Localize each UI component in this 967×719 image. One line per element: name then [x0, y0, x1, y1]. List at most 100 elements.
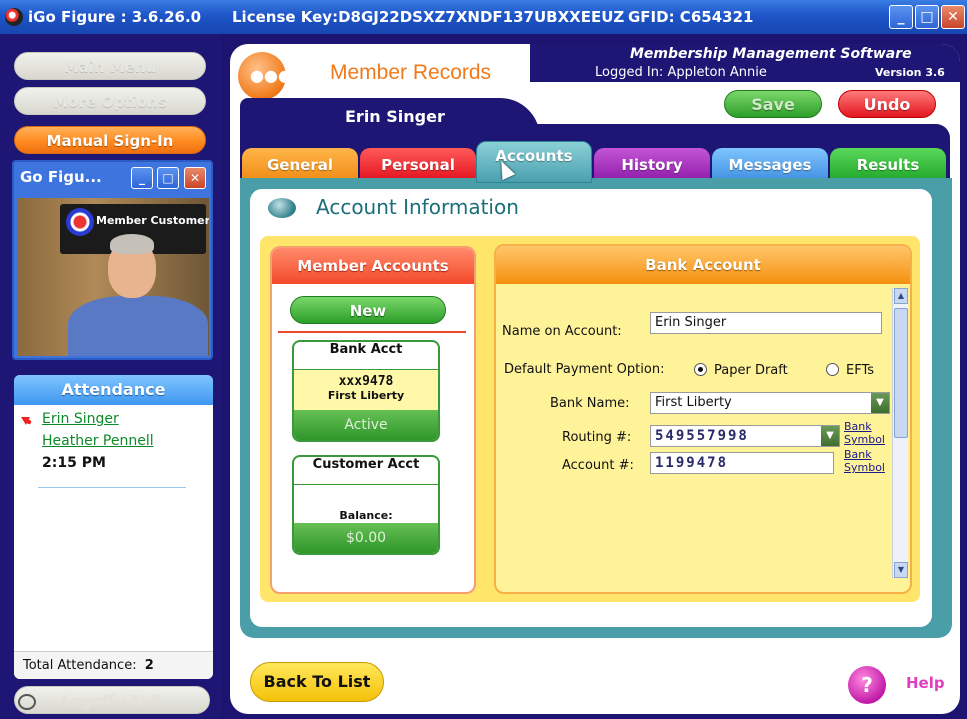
license-key: License Key:D8GJ22DSXZ7XNDF137UBXXEEUZ [232, 8, 625, 26]
logged-in-user: Logged In: Appleton Annie [595, 65, 767, 80]
undo-button[interactable]: Undo [838, 90, 936, 118]
bank-account-panel: Bank Account Name on Account: Erin Singe… [494, 244, 912, 594]
help-link[interactable]: Help [906, 674, 945, 692]
attendance-item-heather[interactable]: Heather Pennell [42, 433, 154, 449]
customer-card-title: Customer Acct [294, 457, 438, 485]
members-logo-icon: ●●● [238, 52, 292, 100]
bank-symbol-line2: Symbol [844, 461, 885, 474]
app-title: iGo Figure : 3.6.26.0 [28, 8, 202, 26]
divider [278, 331, 466, 333]
attendance-header: Attendance [14, 375, 213, 405]
bank-panel-scrollbar[interactable]: ▲ ▼ [892, 288, 908, 578]
bank-symbol-line1: Bank [844, 448, 872, 461]
account-label: Account #: [562, 458, 634, 473]
person-body [68, 296, 208, 356]
total-attendance-value: 2 [144, 658, 154, 673]
chevron-down-icon[interactable]: ▼ [871, 393, 889, 413]
title-bar: iGo Figure : 3.6.26.0 License Key:D8GJ22… [0, 0, 967, 34]
minimize-icon: _ [139, 171, 145, 185]
scroll-up-icon[interactable]: ▲ [894, 288, 908, 304]
gfid: GFID: C654321 [628, 8, 754, 26]
bank-card-bank: First Liberty [327, 389, 405, 402]
tab-results[interactable]: Results [830, 148, 946, 182]
bank-symbol-line2: Symbol [844, 433, 885, 446]
tab-general[interactable]: General [242, 148, 358, 182]
total-attendance-label: Total Attendance: [23, 658, 137, 673]
help-icon[interactable]: ? [848, 666, 886, 704]
back-to-list-button[interactable]: Back To List [250, 662, 384, 702]
page-title: Member Records [330, 61, 492, 84]
save-button[interactable]: Save [724, 90, 822, 118]
bank-card-body: xxx9478 First Liberty [294, 370, 438, 410]
sign-text: Member Customer [96, 214, 209, 227]
bank-account-header: Bank Account [496, 246, 910, 284]
bank-card-number: xxx9478 [338, 374, 394, 389]
attendance-time: 2:15 PM [42, 455, 106, 471]
close-icon: ✕ [189, 171, 201, 185]
name-on-account-label: Name on Account: [502, 324, 622, 339]
tab-accounts[interactable]: Accounts [476, 141, 592, 183]
maximize-icon: □ [162, 171, 174, 185]
bank-account-card[interactable]: Bank Acct xxx9478 First Liberty Active [292, 340, 440, 442]
section-bullet-icon [268, 198, 296, 218]
bank-card-title: Bank Acct [294, 342, 438, 370]
product-name: Membership Management Software [630, 46, 912, 62]
efts-radio[interactable] [826, 363, 839, 376]
attendance-panel: Attendance Erin Singer Heather Pennell 2… [14, 375, 213, 679]
routing-input[interactable]: 549557998 [650, 425, 840, 447]
flag-icon [21, 417, 32, 425]
video-maximize-button[interactable]: □ [157, 167, 179, 189]
minimize-button[interactable]: _ [889, 5, 913, 29]
section-title: Account Information [316, 195, 519, 219]
customer-balance-label: Balance: [339, 509, 393, 522]
logoff-exit-button[interactable]: Logoff / Exit [14, 686, 210, 714]
power-icon [18, 694, 36, 710]
routing-label: Routing #: [562, 430, 632, 445]
member-accounts-header: Member Accounts [272, 248, 474, 284]
video-feed: Member Customer [18, 198, 209, 356]
customer-account-card[interactable]: Customer Acct Balance: $0.00 [292, 455, 440, 555]
new-account-button[interactable]: New [290, 296, 446, 324]
attendance-divider [38, 487, 186, 488]
version-label: Version 3.6 [875, 66, 945, 79]
bank-card-status: Active [294, 410, 438, 440]
member-name: Erin Singer [345, 107, 445, 126]
video-close-button[interactable]: ✕ [184, 167, 206, 189]
close-button[interactable]: ✕ [941, 5, 965, 29]
person-hair [110, 234, 154, 254]
video-window: Go Figu... _ □ ✕ Member Customer [12, 160, 213, 360]
bank-name-label: Bank Name: [550, 396, 630, 411]
tab-personal[interactable]: Personal [360, 148, 476, 182]
paper-draft-label: Paper Draft [714, 363, 788, 378]
video-minimize-button[interactable]: _ [131, 167, 153, 189]
maximize-button[interactable]: □ [915, 5, 939, 29]
minimize-icon: _ [897, 9, 905, 25]
routing-bank-symbol-link[interactable]: Bank Symbol [844, 420, 885, 446]
app-icon [5, 8, 23, 26]
customer-balance-value: $0.00 [294, 523, 438, 553]
chevron-down-icon[interactable]: ▼ [821, 426, 839, 446]
manual-signin-button[interactable]: Manual Sign-In [14, 126, 206, 154]
close-icon: ✕ [947, 9, 959, 25]
account-input[interactable]: 1199478 [650, 452, 834, 474]
tab-messages[interactable]: Messages [712, 148, 828, 182]
scroll-down-icon[interactable]: ▼ [894, 562, 908, 578]
paper-draft-radio[interactable] [694, 363, 707, 376]
bank-name-select[interactable]: First Liberty [650, 392, 890, 414]
account-bank-symbol-link[interactable]: Bank Symbol [844, 448, 885, 474]
video-window-title: Go Figu... [20, 168, 102, 186]
scroll-thumb[interactable] [894, 308, 908, 438]
maximize-icon: □ [920, 9, 934, 25]
efts-label: EFTs [846, 363, 875, 378]
attendance-footer: Total Attendance: 2 [14, 651, 213, 679]
main-menu-button[interactable]: Main Menu [14, 52, 206, 80]
attendance-item-erin[interactable]: Erin Singer [42, 411, 119, 427]
member-accounts-panel: Member Accounts New Bank Acct xxx9478 Fi… [270, 246, 476, 594]
payment-option-label: Default Payment Option: [504, 362, 665, 377]
more-options-button[interactable]: More Options [14, 87, 206, 115]
tab-history[interactable]: History [594, 148, 710, 182]
main-panel: ●●● Member Records Membership Management… [230, 44, 960, 714]
sign-logo-icon [66, 208, 94, 236]
bank-symbol-line1: Bank [844, 420, 872, 433]
name-on-account-input[interactable]: Erin Singer [650, 312, 882, 334]
